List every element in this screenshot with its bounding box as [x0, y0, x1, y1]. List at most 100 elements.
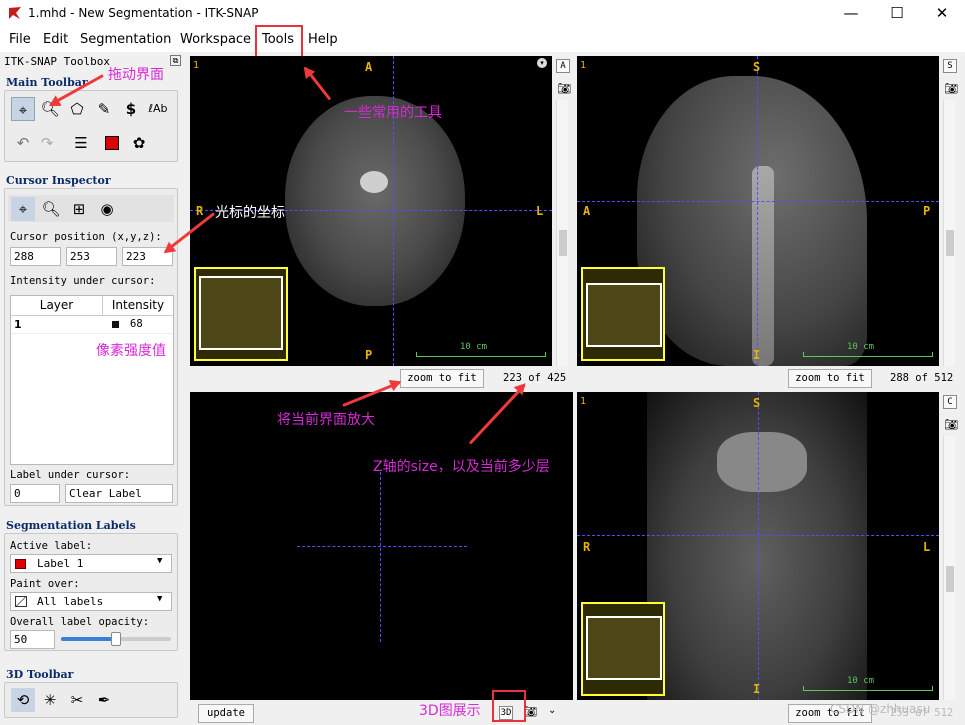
menu-workspace[interactable]: Workspace	[180, 32, 251, 47]
3d-view[interactable]	[190, 392, 573, 700]
segmentation-labels: Active label: Label 1 ▼ Paint over: All …	[4, 533, 178, 651]
polygon-tool-icon[interactable]: ⬠	[65, 97, 89, 121]
redo-icon[interactable]: ↷	[35, 131, 59, 155]
annotation-drag: 拖动界面	[108, 67, 164, 83]
chevron-down-icon[interactable]: ⌄	[548, 705, 556, 716]
rotate-3d-icon[interactable]: ⟲	[11, 688, 35, 712]
close-button[interactable]: ✕	[919, 0, 965, 28]
scale-bar	[803, 686, 933, 691]
camera-icon[interactable]: 📷︎	[557, 82, 571, 95]
paint-over-text: Paint over:	[10, 578, 80, 590]
layer-number: 1	[580, 396, 587, 407]
spray-3d-icon[interactable]: ✒	[92, 688, 116, 712]
menu-edit[interactable]: Edit	[43, 32, 68, 47]
menu-help[interactable]: Help	[308, 32, 338, 47]
coronal-slice-scrollbar[interactable]	[943, 436, 955, 700]
scrollbar-thumb[interactable]	[559, 230, 567, 256]
itksnap-logo-icon	[9, 7, 21, 19]
thumbnail-viewport	[199, 276, 283, 350]
axial-slice-image	[285, 96, 465, 306]
cursor-tab-icon[interactable]: ⌖	[11, 197, 35, 221]
palette-icon[interactable]: ✿	[127, 131, 151, 155]
camera-icon[interactable]: 📷︎	[944, 418, 958, 431]
axis-label-top: S	[753, 396, 761, 410]
cursor-x-field[interactable]: 288	[10, 247, 61, 266]
vertebra-shape	[360, 171, 388, 193]
cursor-y-field[interactable]: 253	[66, 247, 117, 266]
3d-toolbar: ⟲ ✳ ✂ ✒	[4, 682, 178, 718]
menu-file[interactable]: File	[9, 32, 31, 47]
scrollbar-thumb[interactable]	[946, 230, 954, 256]
sync-tab-icon[interactable]: ◉	[95, 197, 119, 221]
annotation-intensity: 像素强度值	[96, 343, 166, 359]
crosshair-vertical	[757, 56, 758, 366]
paintbrush-tool-icon[interactable]: ✎	[92, 97, 116, 121]
crosshair-3d-icon[interactable]: ✳	[38, 688, 62, 712]
toolbox-title: ITK-SNAP Toolbox	[4, 55, 110, 68]
grid-tab-icon[interactable]: ⊞	[67, 197, 91, 221]
view-menu-icon[interactable]: ▾	[537, 58, 547, 68]
annotation-zoom: 将当前界面放大	[277, 412, 375, 428]
opacity-slider-handle[interactable]	[111, 632, 121, 646]
scrollbar-thumb[interactable]	[946, 566, 954, 592]
spine-shape	[752, 166, 774, 366]
undock-icon[interactable]: ⧉	[170, 55, 181, 66]
table-header-layer: Layer	[11, 296, 103, 316]
thumbnail-navigator[interactable]	[581, 267, 665, 361]
3d-toolbar-title: 3D Toolbar	[6, 668, 74, 681]
crosshair-tool-icon[interactable]: ⌖	[11, 97, 35, 121]
menu-segmentation[interactable]: Segmentation	[80, 32, 171, 47]
window-title: 1.mhd - New Segmentation - ITK-SNAP	[28, 6, 259, 20]
undo-icon[interactable]: ↶	[11, 131, 35, 155]
3d-highlight-box	[492, 690, 526, 722]
axial-layout-button[interactable]: A	[556, 59, 570, 73]
axis-label-right: P	[923, 204, 931, 218]
table-header-intensity: Intensity	[103, 296, 173, 316]
active-label-select[interactable]: Label 1 ▼	[10, 554, 172, 573]
label-name-field: Clear Label	[65, 484, 173, 503]
scale-label: 10 cm	[847, 342, 875, 352]
cursor-position-label: Cursor position (x,y,z):	[10, 231, 162, 243]
menu-bar: File Edit Segmentation Workspace Tools H…	[0, 28, 965, 52]
coronal-view[interactable]: 1 S R L I 10 cm	[577, 392, 939, 700]
toolbox-panel: ITK-SNAP Toolbox ⧉ Main Toolbar ⌖ 🔍︎ ⬠ ✎…	[0, 52, 186, 725]
sagittal-view[interactable]: 1 S A P I 10 cm	[577, 56, 939, 366]
axis-label-bottom: P	[365, 348, 373, 362]
label-id-field: 0	[10, 484, 60, 503]
axial-zoom-to-fit-button[interactable]: zoom to fit	[400, 369, 484, 388]
axial-slice-scrollbar[interactable]	[556, 100, 568, 366]
minimize-button[interactable]: —	[828, 0, 874, 28]
coronal-layout-button[interactable]: C	[943, 395, 957, 409]
maximize-button[interactable]: ☐	[874, 0, 920, 28]
csdn-watermark: CSDN @zhhuasu	[830, 702, 931, 716]
crosshair-vertical	[758, 392, 759, 700]
crosshair-horizontal	[577, 201, 939, 202]
axis-label-right: L	[923, 540, 931, 554]
paint-over-select[interactable]: All labels ▼	[10, 592, 172, 611]
sagittal-layout-button[interactable]: S	[943, 59, 957, 73]
opacity-field[interactable]: 50	[10, 630, 55, 649]
thumbnail-navigator[interactable]	[581, 602, 665, 696]
sagittal-slice-indicator: 288 of 512	[890, 372, 954, 384]
table-cell-intensity: 68	[130, 318, 143, 330]
zoom-tab-icon[interactable]: 🔍︎	[39, 197, 63, 221]
annotation-tool-icon[interactable]: ℓAb	[146, 97, 170, 121]
camera-icon[interactable]: 📷︎	[944, 82, 958, 95]
main-toolbar-title: Main Toolbar	[6, 76, 88, 89]
axis-label-top: S	[753, 60, 761, 74]
snake-tool-icon[interactable]: $	[119, 97, 143, 121]
opacity-slider-track[interactable]	[61, 632, 171, 646]
sagittal-zoom-to-fit-button[interactable]: zoom to fit	[788, 369, 872, 388]
update-button[interactable]: update	[198, 704, 254, 723]
scale-label: 10 cm	[460, 342, 488, 352]
scalpel-3d-icon[interactable]: ✂	[65, 688, 89, 712]
table-row[interactable]: 1 68	[11, 316, 173, 334]
thumbnail-navigator[interactable]	[194, 267, 288, 361]
layers-icon[interactable]: ☰	[69, 131, 93, 155]
axis-label-bottom: I	[753, 682, 761, 696]
sagittal-slice-scrollbar[interactable]	[943, 100, 955, 366]
label-color-icon[interactable]	[105, 136, 119, 150]
annotation-cursor: 光标的坐标	[215, 205, 285, 221]
cursor-inspector-title: Cursor Inspector	[6, 174, 111, 187]
intensity-table: Layer Intensity 1 68	[10, 295, 174, 465]
